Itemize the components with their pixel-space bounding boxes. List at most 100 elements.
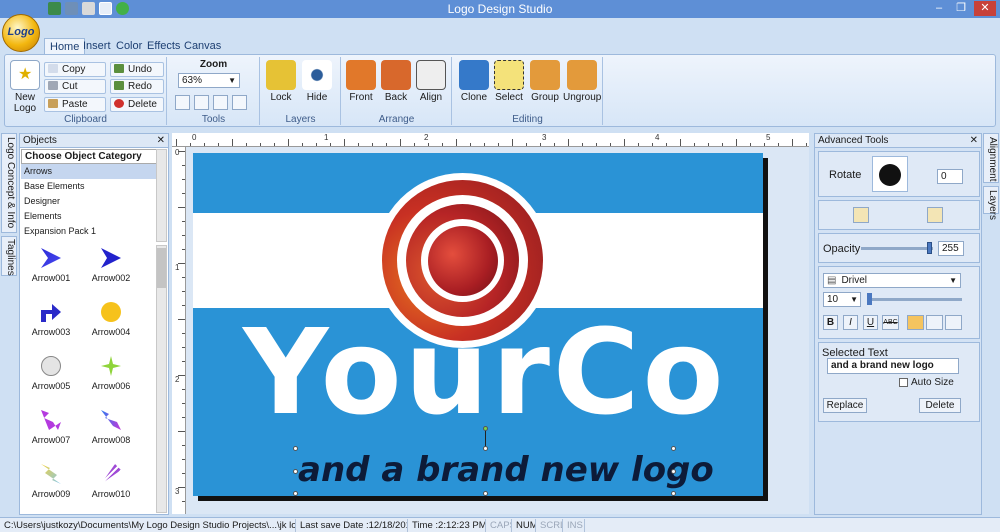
zoom-out-icon[interactable] (213, 95, 228, 110)
font-size-select[interactable]: 10 ▼ (823, 292, 861, 307)
selection-handle[interactable] (671, 491, 676, 496)
app-menu-button[interactable]: Logo (2, 14, 40, 52)
help-icon[interactable] (116, 2, 129, 15)
opacity-input[interactable]: 255 (938, 241, 964, 256)
save-icon[interactable] (48, 2, 61, 15)
align-button[interactable]: Align (415, 60, 447, 103)
text-delete-button[interactable]: Delete (919, 398, 961, 413)
undo-button[interactable]: Undo (110, 62, 164, 77)
tab-logo-concept[interactable]: Logo Concept & Info (1, 133, 17, 233)
group-button[interactable]: Group (528, 60, 562, 103)
font-size-slider-thumb[interactable] (867, 293, 872, 305)
object-label: Arrow001 (31, 273, 71, 283)
category-item[interactable]: Designer (21, 194, 157, 209)
category-item[interactable]: Expansion Pack 1 (21, 224, 157, 239)
font-select[interactable]: ▤ Drivel ▼ (823, 273, 961, 288)
clone-button[interactable]: Clone (457, 60, 491, 103)
opacity-slider-thumb[interactable] (927, 242, 932, 254)
redo-button[interactable]: Redo (110, 79, 164, 94)
object-item[interactable]: Arrow007 (21, 407, 81, 461)
align-left-icon[interactable] (907, 315, 924, 330)
rotate-input[interactable]: 0 (937, 169, 963, 184)
panel-close-icon[interactable]: ✕ (157, 134, 165, 148)
clone-icon (459, 60, 489, 90)
bold-button[interactable]: B (823, 315, 838, 330)
delete-button[interactable]: Delete (110, 97, 164, 112)
italic-button[interactable]: I (843, 315, 858, 330)
object-item[interactable]: Arrow002 (81, 245, 141, 299)
opacity-slider[interactable] (861, 247, 933, 250)
tab-layers[interactable]: Layers (983, 186, 999, 220)
new-logo-label: New Logo (13, 92, 37, 114)
new-logo-button[interactable]: ★ New Logo (9, 60, 41, 114)
rotate-handle[interactable] (483, 426, 488, 431)
copy-button[interactable]: Copy (44, 62, 106, 77)
object-item[interactable]: Arrow010 (81, 461, 141, 515)
selection-handle[interactable] (293, 446, 298, 451)
tagline-text[interactable]: and a brand new logo (298, 450, 714, 490)
object-item[interactable]: Arrow009 (21, 461, 81, 515)
align-right-icon[interactable] (945, 315, 962, 330)
objects-scrollbar[interactable] (156, 245, 167, 513)
minimize-button[interactable]: – (928, 1, 950, 16)
category-item[interactable]: Elements (21, 209, 157, 224)
scroll-thumb[interactable] (157, 248, 166, 288)
selected-text-input[interactable]: and a brand new logo (827, 358, 959, 374)
logo-canvas[interactable]: YourCo and a brand new logo (193, 153, 763, 496)
front-button[interactable]: Front (345, 60, 377, 103)
back-button[interactable]: Back (380, 60, 412, 103)
panel-close-icon[interactable]: ✕ (970, 134, 978, 148)
selection-handle[interactable] (483, 491, 488, 496)
export-icon[interactable] (65, 2, 78, 15)
category-item[interactable]: Base Elements (21, 179, 157, 194)
paste-button[interactable]: Paste (44, 97, 106, 112)
hide-button[interactable]: Hide (301, 60, 333, 103)
redo-label: Redo (128, 81, 152, 92)
object-item[interactable]: Arrow006 (81, 353, 141, 407)
object-item[interactable]: Arrow003 (21, 299, 81, 353)
logo-text[interactable]: YourCo (243, 313, 724, 431)
flip-horizontal-icon[interactable] (853, 207, 869, 223)
bring-front-icon (346, 60, 376, 90)
align-center-icon[interactable] (926, 315, 943, 330)
selection-handle[interactable] (671, 469, 676, 474)
cut-button[interactable]: Cut (44, 79, 106, 94)
ruler-tick (806, 143, 807, 146)
selection-handle[interactable] (483, 446, 488, 451)
maximize-button[interactable]: ❐ (950, 1, 972, 16)
flip-vertical-icon[interactable] (927, 207, 943, 223)
zoom-select[interactable]: 63% ▼ (178, 73, 240, 88)
tab-insert[interactable]: Insert (78, 38, 116, 55)
replace-button[interactable]: Replace (823, 398, 867, 413)
font-size-slider[interactable] (867, 298, 962, 301)
ungroup-button[interactable]: Ungroup (563, 60, 601, 103)
category-scrollbar[interactable] (156, 149, 167, 242)
object-item[interactable]: Arrow005 (21, 353, 81, 407)
rotate-dial[interactable] (872, 156, 908, 192)
tab-alignment[interactable]: Alignment (983, 133, 999, 183)
auto-size-checkbox[interactable] (899, 378, 908, 387)
preview-icon[interactable] (99, 2, 112, 15)
object-item[interactable]: Arrow001 (21, 245, 81, 299)
selection-handle[interactable] (293, 491, 298, 496)
strike-button[interactable]: ABC (882, 315, 899, 330)
tab-canvas[interactable]: Canvas (179, 38, 226, 55)
selection-handle[interactable] (293, 469, 298, 474)
close-button[interactable]: ✕ (974, 1, 996, 16)
lock-button[interactable]: Lock (265, 60, 297, 103)
select-button[interactable]: Select (492, 60, 526, 103)
underline-button[interactable]: U (863, 315, 878, 330)
category-item[interactable]: Arrows (21, 164, 157, 179)
zoom-in-icon[interactable] (194, 95, 209, 110)
print-icon[interactable] (82, 2, 95, 15)
left-ruler: 0 1 2 3 (172, 147, 186, 514)
zoom-fit-icon[interactable] (175, 95, 190, 110)
tab-taglines[interactable]: Taglines (1, 236, 17, 276)
ruler-tick (330, 143, 331, 146)
objects-panel-header: Objects ✕ (20, 134, 168, 148)
object-item[interactable]: Arrow008 (81, 407, 141, 461)
zoom-actual-icon[interactable] (232, 95, 247, 110)
arrow-icon (41, 410, 61, 430)
object-item[interactable]: Arrow004 (81, 299, 141, 353)
selection-handle[interactable] (671, 446, 676, 451)
